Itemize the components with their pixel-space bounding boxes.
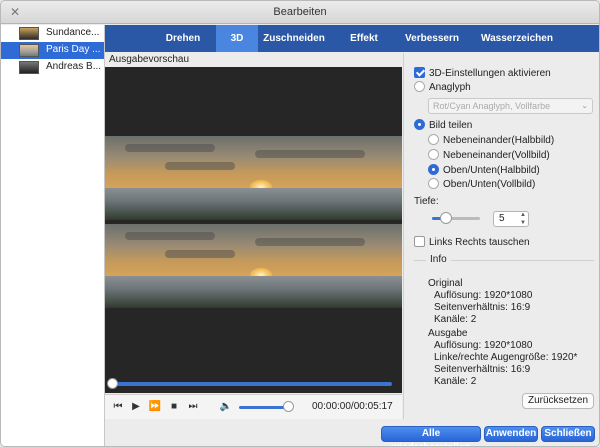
restore-all-button[interactable]: Alle wiederherstellen (381, 426, 481, 446)
swap-row[interactable]: Links Rechts tauschen (414, 236, 530, 248)
split-option-2[interactable]: Nebeneinander(Vollbild) (428, 149, 550, 161)
video-thumbnail (19, 61, 39, 74)
tab-zuschneiden[interactable]: Zuschneiden (258, 25, 330, 52)
reset-button[interactable]: Zurücksetzen (522, 393, 594, 409)
file-list: Sundance... Paris Day ... Andreas B... (1, 25, 105, 446)
timecode: 00:00:00/00:05:17 (312, 401, 393, 412)
volume-handle[interactable] (283, 401, 294, 412)
video-thumbnail (19, 44, 39, 57)
stop-icon[interactable]: ■ (167, 400, 181, 414)
preview-frame-bottom (105, 224, 402, 308)
depth-label: Tiefe: (414, 196, 439, 207)
split-label: Bild teilen (429, 120, 473, 131)
split-option-radio[interactable] (428, 178, 439, 189)
info-title: Info (426, 254, 451, 265)
anaglyph-row[interactable]: Anaglyph (414, 81, 471, 93)
video-preview (105, 67, 402, 393)
swap-checkbox[interactable] (414, 236, 425, 247)
swap-label: Links Rechts tauschen (429, 237, 530, 248)
anaglyph-radio[interactable] (414, 81, 425, 92)
anaglyph-label: Anaglyph (429, 82, 471, 93)
output-resolution: Auflösung: 1920*1080 (434, 340, 533, 351)
split-option-radio[interactable] (428, 164, 439, 175)
file-item-sundance[interactable]: Sundance... (1, 25, 104, 42)
anaglyph-select-value: Rot/Cyan Anaglyph, Vollfarbe (433, 101, 551, 111)
preview-label: Ausgabevorschau (109, 54, 190, 65)
seek-handle[interactable] (107, 378, 118, 389)
enable-3d-checkbox[interactable] (414, 67, 425, 78)
file-item-paris-day[interactable]: Paris Day ... (1, 42, 104, 59)
volume-slider[interactable] (239, 406, 289, 409)
enable-3d-row[interactable]: 3D-Einstellungen aktivieren (414, 67, 551, 79)
file-name: Paris Day ... (46, 44, 101, 55)
file-item-andreas[interactable]: Andreas B... (1, 59, 104, 76)
skip-forward-icon[interactable]: ⏭ (186, 400, 200, 414)
close-window-icon[interactable]: ✕ (8, 5, 22, 19)
tab-3d[interactable]: 3D (216, 25, 258, 52)
output-heading: Ausgabe (428, 328, 468, 339)
original-heading: Original (428, 278, 463, 289)
play-icon[interactable]: ▶ (129, 400, 143, 414)
tab-drehen[interactable]: Drehen (153, 25, 213, 52)
split-option-label: Oben/Unten(Halbbild) (443, 165, 540, 176)
depth-handle[interactable] (440, 212, 452, 224)
player-controls: ⏮ ▶ ⏩ ■ ⏭ 🔈 00:00:00/00:05:17 (105, 394, 402, 419)
title-bar: ✕ Bearbeiten (1, 1, 599, 24)
original-resolution: Auflösung: 1920*1080 (434, 290, 533, 301)
close-button[interactable]: Schließen (541, 426, 595, 442)
edit-tabs: Drehen 3D Zuschneiden Effekt Verbessern … (105, 25, 599, 52)
file-name: Sundance... (46, 27, 100, 38)
seek-bar[interactable] (112, 382, 392, 386)
split-row[interactable]: Bild teilen (414, 119, 472, 131)
tab-effekt[interactable]: Effekt (338, 25, 390, 52)
settings-panel: 3D-Einstellungen aktivieren Anaglyph Rot… (403, 53, 599, 419)
split-option-4[interactable]: Oben/Unten(Vollbild) (428, 178, 535, 190)
split-option-label: Oben/Unten(Vollbild) (443, 179, 536, 190)
split-option-radio[interactable] (428, 149, 439, 160)
split-option-label: Nebeneinander(Halbbild) (443, 135, 555, 146)
chevron-down-icon: ⌄ (581, 101, 588, 110)
split-option-1[interactable]: Nebeneinander(Halbbild) (428, 134, 554, 146)
window-title: Bearbeiten (273, 6, 327, 18)
apply-button[interactable]: Anwenden (484, 426, 538, 442)
split-option-label: Nebeneinander(Vollbild) (443, 150, 550, 161)
split-option-radio[interactable] (428, 134, 439, 145)
original-channels: Kanäle: 2 (434, 314, 477, 325)
enable-3d-label: 3D-Einstellungen aktivieren (429, 68, 551, 79)
preview-frame-top (105, 136, 402, 220)
volume-icon[interactable]: 🔈 (219, 400, 233, 414)
output-eye-size: Linke/rechte Augengröße: 1920* (434, 352, 578, 363)
output-channels: Kanäle: 2 (434, 376, 477, 387)
original-aspect: Seitenverhältnis: 16:9 (434, 302, 531, 313)
depth-stepper[interactable]: 5 ▲ ▼ (493, 211, 529, 227)
depth-value: 5 (499, 213, 505, 224)
file-name: Andreas B... (46, 61, 102, 72)
stepper-arrows-icon[interactable]: ▲ ▼ (520, 211, 526, 227)
video-thumbnail (19, 27, 39, 40)
edit-window: ✕ Bearbeiten Sundance... Paris Day ... A… (0, 0, 600, 447)
fast-forward-icon[interactable]: ⏩ (148, 400, 162, 414)
split-radio[interactable] (414, 119, 425, 130)
tab-verbessern[interactable]: Verbessern (397, 25, 467, 52)
anaglyph-select[interactable]: Rot/Cyan Anaglyph, Vollfarbe ⌄ (428, 98, 593, 114)
output-aspect: Seitenverhältnis: 16:9 (434, 364, 531, 375)
skip-back-icon[interactable]: ⏮ (111, 400, 125, 414)
tab-wasserzeichen[interactable]: Wasserzeichen (473, 25, 561, 52)
split-option-3[interactable]: Oben/Unten(Halbbild) (428, 164, 540, 176)
